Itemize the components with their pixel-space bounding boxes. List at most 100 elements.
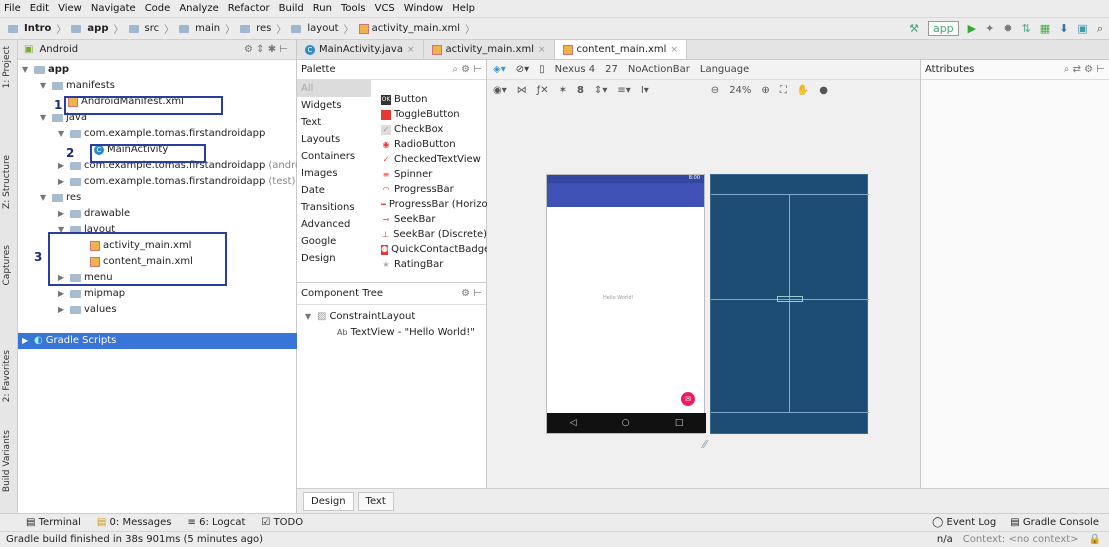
palette-cat-text[interactable]: Text (297, 114, 371, 131)
breadcrumb-file[interactable]: activity_main.xml (372, 23, 460, 34)
tree-drawable[interactable]: ▶ drawable (58, 206, 130, 221)
menu-file[interactable]: File (4, 3, 21, 14)
palette-item-seekbar[interactable]: ⊸ SeekBar (381, 212, 487, 227)
palette-cat-layouts[interactable]: Layouts (297, 131, 371, 148)
palette-item-progressbar-horizontal[interactable]: ━ProgressBar (Horizontal) (381, 197, 487, 212)
theme-select[interactable]: NoActionBar (628, 64, 690, 75)
autoconnect-icon[interactable]: ⋈ (517, 85, 527, 96)
hammer-icon[interactable]: ⚒ (909, 22, 919, 35)
eye-icon[interactable]: ◉▾ (493, 85, 507, 96)
tree-app[interactable]: ▼ app (22, 62, 69, 77)
palette-cat-date[interactable]: Date (297, 182, 371, 199)
attributes-search-icon[interactable]: ⌕ ⇄ ⚙ ⊢ (1064, 64, 1105, 75)
tree-constraint-layout[interactable]: ▼ ▨ ConstraintLayout (305, 309, 415, 324)
zoom-fit-icon[interactable]: ⛶ (780, 85, 787, 96)
tab-activity-main-xml[interactable]: activity_main.xml × (424, 40, 555, 59)
tree-manifests[interactable]: ▼ manifests (40, 78, 115, 93)
tree-package-test[interactable]: ▶ com.example.tomas.firstandroidapp (test) (58, 174, 295, 189)
tab-favorites[interactable]: 2: Favorites (2, 350, 12, 402)
tool-event-log[interactable]: ◯ Event Log (932, 517, 996, 528)
menu-view[interactable]: View (58, 3, 82, 14)
pack-icon[interactable]: ⇕▾ (594, 85, 607, 96)
tab-build-variants[interactable]: Build Variants (2, 430, 12, 492)
clear-constraints-icon[interactable]: ƒ✕ (537, 85, 549, 96)
mail-fab-icon[interactable]: ✉ (681, 392, 695, 406)
palette-cat-design[interactable]: Design (297, 250, 371, 267)
palette-cat-containers[interactable]: Containers (297, 148, 371, 165)
menu-refactor[interactable]: Refactor (228, 3, 270, 14)
tool-terminal[interactable]: ▤ Terminal (26, 517, 81, 528)
menu-vcs[interactable]: VCS (375, 3, 395, 14)
palette-search-icon[interactable]: ⌕ ⚙ ⊢ (452, 64, 482, 75)
close-icon[interactable]: × (670, 45, 678, 55)
menu-run[interactable]: Run (313, 3, 332, 14)
menu-help[interactable]: Help (452, 3, 475, 14)
palette-cat-transitions[interactable]: Transitions (297, 199, 371, 216)
menu-edit[interactable]: Edit (30, 3, 49, 14)
palette-item-spinner[interactable]: ≡ Spinner (381, 167, 487, 182)
hello-world-text[interactable]: Hello World! (603, 295, 634, 301)
tab-captures[interactable]: Captures (2, 245, 12, 285)
palette-item-checkedtextview[interactable]: ✓ CheckedTextView (381, 152, 487, 167)
debug-icon[interactable]: ✦ (985, 22, 994, 35)
panel-settings-icon[interactable]: ⚙ ⇕ ✱ ⊢ (244, 44, 288, 55)
layer-icon[interactable]: ◈▾ (493, 64, 506, 75)
tab-content-main-xml[interactable]: content_main.xml × (554, 40, 687, 59)
tree-mipmap[interactable]: ▶ mipmap (58, 286, 125, 301)
menu-code[interactable]: Code (145, 3, 171, 14)
menu-build[interactable]: Build (279, 3, 304, 14)
palette-item-quickcontactbadge[interactable]: ⚉ QuickContactBadge (381, 242, 487, 257)
status-message[interactable]: Gradle build finished in 38s 901ms (5 mi… (6, 534, 263, 545)
close-icon[interactable]: × (538, 45, 546, 55)
search-icon[interactable]: ⌕ (1097, 22, 1103, 36)
tree-res[interactable]: ▼ res (40, 190, 81, 205)
palette-item-checkbox[interactable]: ✓ CheckBox (381, 122, 487, 137)
zoom-out-icon[interactable]: ⊖ (711, 85, 719, 96)
palette-cat-google[interactable]: Google (297, 233, 371, 250)
breadcrumb-intro[interactable]: Intro (24, 23, 51, 34)
breadcrumb-res[interactable]: res (256, 23, 271, 34)
sync-icon[interactable]: ⇅ (1022, 22, 1031, 35)
tree-gradle-scripts[interactable]: ▶ ◐ Gradle Scripts (18, 333, 297, 349)
tab-design[interactable]: Design (303, 491, 354, 511)
menu-tools[interactable]: Tools (341, 3, 366, 14)
align-icon[interactable]: ≡▾ (617, 85, 630, 96)
palette-item-button[interactable]: OK Button (381, 92, 487, 107)
tab-main-activity-java[interactable]: C MainActivity.java × (297, 40, 424, 59)
orientation-icon[interactable]: ⊘▾ (516, 64, 529, 75)
menu-navigate[interactable]: Navigate (91, 3, 136, 14)
avd-icon[interactable]: ▦ (1040, 22, 1050, 35)
palette-cat-all[interactable]: All (297, 80, 371, 97)
breadcrumb-layout[interactable]: layout (307, 23, 338, 34)
breadcrumb-main[interactable]: main (195, 23, 220, 34)
palette-cat-advanced[interactable]: Advanced (297, 216, 371, 233)
tool-todo[interactable]: ☑ TODO (261, 517, 303, 528)
tree-values[interactable]: ▶ values (58, 302, 117, 317)
guidelines-icon[interactable]: I▾ (641, 85, 649, 96)
sdk-icon[interactable]: ⬇ (1059, 22, 1068, 35)
tab-structure[interactable]: Z: Structure (2, 155, 12, 209)
pan-icon[interactable]: ✋ (797, 85, 809, 96)
api-select[interactable]: 27 (605, 64, 618, 75)
device-select[interactable]: Nexus 4 (555, 64, 595, 75)
palette-item-seekbar-discrete[interactable]: ⊥ SeekBar (Discrete) (381, 227, 487, 242)
menu-analyze[interactable]: Analyze (179, 3, 218, 14)
palette-cat-images[interactable]: Images (297, 165, 371, 182)
infer-constraints-icon[interactable]: ✶ (559, 85, 567, 96)
blueprint-textview[interactable] (777, 296, 803, 302)
close-icon[interactable]: × (407, 45, 415, 55)
lock-icon[interactable]: 🔒 (1089, 534, 1101, 545)
run-icon[interactable]: ▶ (968, 22, 976, 35)
palette-cat-widgets[interactable]: Widgets (297, 97, 371, 114)
tab-project[interactable]: 1: Project (2, 46, 12, 88)
tool-logcat[interactable]: ≡ 6: Logcat (188, 517, 246, 528)
palette-item-progressbar[interactable]: ◠ ProgressBar (381, 182, 487, 197)
warning-icon[interactable]: ● (819, 85, 828, 96)
resize-handle-icon[interactable]: ⁄⁄ (703, 438, 707, 451)
device-monitor-icon[interactable]: ▣ (1077, 22, 1087, 35)
run-config-select[interactable]: app (927, 21, 959, 36)
status-context[interactable]: Context: <no context> (963, 534, 1079, 545)
project-view-select[interactable]: Android (39, 44, 78, 55)
default-margin[interactable]: 8 (577, 85, 584, 96)
tab-text[interactable]: Text (357, 491, 394, 511)
